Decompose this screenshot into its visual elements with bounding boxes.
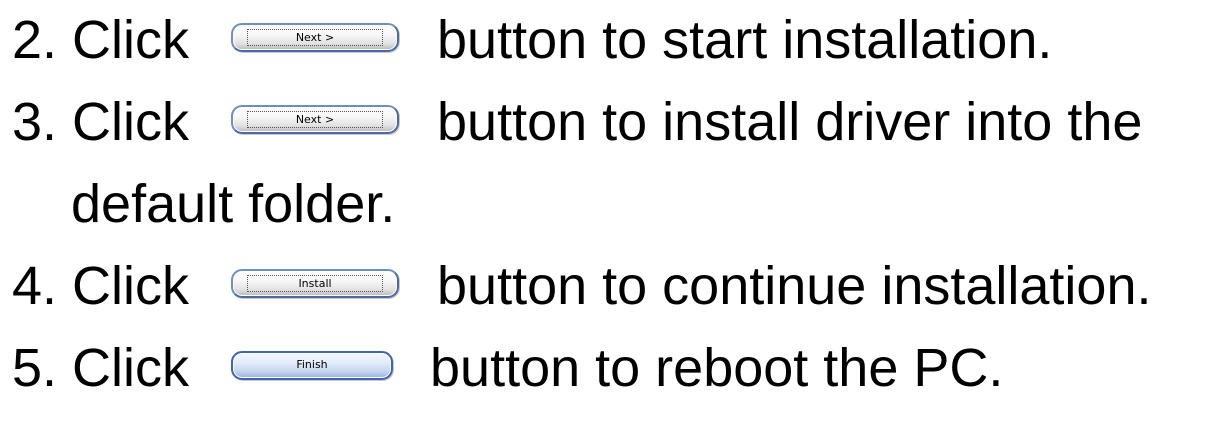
step-text: button to reboot the PC. xyxy=(430,338,1004,398)
step-text: button to start installation. xyxy=(437,10,1053,70)
install-button-image: Install xyxy=(231,269,399,298)
finish-button-image: Finish xyxy=(231,351,393,380)
next-button-image: Next > xyxy=(231,23,399,52)
step-number: 2. Click xyxy=(12,10,190,70)
step-number: 4. Click xyxy=(12,256,190,316)
button-label: Next > xyxy=(247,29,383,46)
button-label: Install xyxy=(247,275,383,292)
step-number: 5. Click xyxy=(12,338,190,398)
step-continuation-text: default folder. xyxy=(71,174,396,234)
button-label: Finish xyxy=(296,358,328,371)
next-button-image: Next > xyxy=(231,105,399,134)
step-text: button to install driver into the xyxy=(437,92,1143,152)
button-label: Next > xyxy=(247,111,383,128)
step-number: 3. Click xyxy=(12,92,190,152)
step-text: button to continue installation. xyxy=(437,256,1152,316)
